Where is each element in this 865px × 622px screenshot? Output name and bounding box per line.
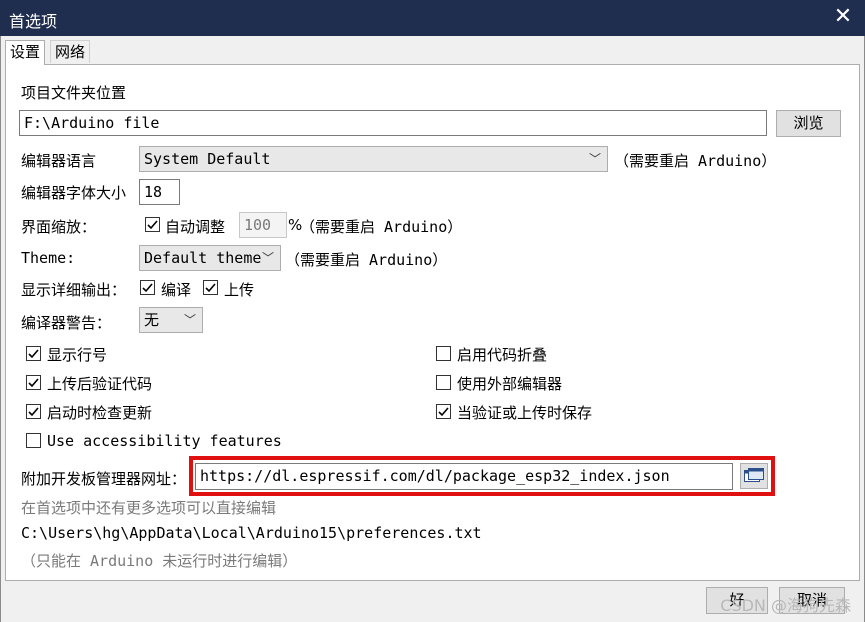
- edit-note: （只能在 Arduino 未运行时进行编辑）: [21, 552, 298, 570]
- language-label: 编辑器语言: [21, 152, 97, 170]
- close-icon[interactable]: ✕: [831, 6, 855, 30]
- code-folding-label: 启用代码折叠: [457, 346, 548, 364]
- scale-auto-checkbox[interactable]: [145, 217, 160, 232]
- warnings-value: 无: [144, 311, 160, 329]
- board-urls-input[interactable]: https://dl.espressif.com/dl/package_esp3…: [195, 463, 733, 490]
- chevron-down-icon: ﹀: [183, 313, 196, 327]
- board-urls-label: 附加开发板管理器网址：: [21, 470, 187, 488]
- theme-value: Default theme: [144, 249, 262, 267]
- check-icon: [142, 283, 153, 293]
- check-icon: [28, 378, 39, 388]
- accessibility-label: Use accessibility features: [47, 432, 282, 450]
- title-bar: 首选项 ✕: [0, 0, 865, 36]
- scale-auto-label: 自动调整: [165, 218, 226, 236]
- chevron-down-icon: ﹀: [588, 152, 601, 166]
- scale-restart-note: （需要重启 Arduino）: [300, 218, 463, 236]
- window-icon: [744, 468, 764, 482]
- check-icon: [28, 349, 39, 359]
- sketchbook-label: 项目文件夹位置: [21, 84, 127, 102]
- board-urls-edit-button[interactable]: [740, 463, 768, 489]
- font-size-label: 编辑器字体大小: [21, 184, 127, 202]
- check-icon: [147, 220, 158, 230]
- save-on-verify-label: 当验证或上传时保存: [457, 404, 593, 422]
- window-title: 首选项: [9, 12, 58, 31]
- tab-network[interactable]: 网络: [50, 40, 91, 63]
- code-folding-checkbox[interactable]: [436, 346, 451, 361]
- verify-upload-checkbox[interactable]: [26, 375, 41, 390]
- theme-restart-note: （需要重启 Arduino）: [285, 251, 448, 269]
- verify-upload-label: 上传后验证代码: [47, 375, 153, 393]
- theme-label: Theme:: [21, 249, 76, 267]
- save-on-verify-checkbox[interactable]: [436, 404, 451, 419]
- tab-settings[interactable]: 设置: [5, 40, 46, 65]
- more-prefs-note: 在首选项中还有更多选项可以直接编辑: [21, 499, 277, 517]
- browse-button[interactable]: 浏览: [776, 110, 841, 137]
- check-icon: [28, 407, 39, 417]
- sketchbook-path-input[interactable]: F:\Arduino file: [19, 110, 767, 136]
- language-select[interactable]: System Default ﹀: [139, 146, 608, 172]
- check-icon: [205, 283, 216, 293]
- watermark: CSDN @海狗先森: [720, 596, 851, 615]
- font-size-input[interactable]: 18: [139, 179, 180, 205]
- scale-label: 界面缩放：: [21, 218, 97, 236]
- accessibility-checkbox[interactable]: [26, 433, 41, 448]
- verbose-compile-checkbox[interactable]: [140, 280, 155, 295]
- warnings-label: 编译器警告：: [21, 314, 112, 332]
- verbose-compile-label: 编译: [161, 281, 192, 299]
- verbose-upload-checkbox[interactable]: [203, 280, 218, 295]
- scale-value-input[interactable]: 100: [239, 212, 287, 238]
- language-restart-note: （需要重启 Arduino）: [614, 152, 777, 170]
- chevron-down-icon: ﹀: [261, 251, 274, 265]
- check-updates-label: 启动时检查更新: [47, 404, 153, 422]
- check-updates-checkbox[interactable]: [26, 404, 41, 419]
- verbose-upload-label: 上传: [224, 281, 255, 299]
- line-numbers-label: 显示行号: [47, 346, 108, 364]
- prefs-file-path: C:\Users\hg\AppData\Local\Arduino15\pref…: [21, 524, 482, 542]
- external-editor-checkbox[interactable]: [436, 375, 451, 390]
- external-editor-label: 使用外部编辑器: [457, 375, 563, 393]
- language-value: System Default: [144, 150, 271, 168]
- theme-select[interactable]: Default theme ﹀: [139, 245, 281, 271]
- warnings-select[interactable]: 无 ﹀: [139, 307, 203, 333]
- verbose-label: 显示详细输出：: [21, 281, 127, 299]
- line-numbers-checkbox[interactable]: [26, 346, 41, 361]
- check-icon: [438, 407, 449, 417]
